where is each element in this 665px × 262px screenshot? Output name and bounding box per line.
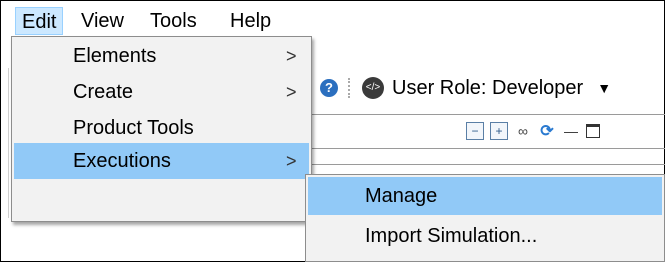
- expand-all-icon[interactable]: +: [490, 122, 508, 140]
- menu-item-label: Executions: [73, 150, 171, 172]
- menu-item-elements[interactable]: Elements >: [14, 39, 309, 73]
- executions-submenu: Manage Import Simulation...: [305, 174, 665, 262]
- panel-divider: [312, 148, 665, 149]
- minimize-icon[interactable]: —: [562, 122, 580, 140]
- user-role-icon: </>: [362, 77, 384, 99]
- chevron-right-icon: >: [286, 46, 297, 66]
- edit-menu-dropdown: Elements > Create > Product Tools Execut…: [11, 36, 312, 222]
- menu-item-label: Product Tools: [73, 117, 194, 139]
- menu-tools[interactable]: Tools: [144, 7, 203, 35]
- chevron-down-icon[interactable]: ▼: [597, 80, 611, 96]
- view-toolbar: − + ∞ ⟳ —: [466, 122, 600, 140]
- menu-item-label: Create: [73, 81, 134, 103]
- panel-divider: [312, 114, 665, 115]
- menu-item-label: Elements: [73, 45, 157, 67]
- submenu-item-label: Import Simulation...: [365, 225, 538, 247]
- binoculars-icon[interactable]: ∞: [514, 122, 532, 140]
- chevron-right-icon: >: [286, 151, 297, 171]
- chevron-right-icon: >: [286, 82, 297, 102]
- menu-edit[interactable]: Edit: [15, 7, 64, 35]
- user-role-label[interactable]: User Role: Developer: [392, 77, 583, 100]
- left-edge-line: [8, 68, 9, 218]
- refresh-icon[interactable]: ⟳: [538, 122, 556, 140]
- menu-view[interactable]: View: [75, 7, 130, 35]
- toolbar-separator: [348, 78, 352, 98]
- menu-help[interactable]: Help: [224, 7, 277, 35]
- help-icon[interactable]: ?: [320, 79, 338, 97]
- menu-item-executions[interactable]: Executions >: [14, 143, 309, 179]
- user-role-area: ? </> User Role: Developer ▼: [320, 74, 611, 102]
- collapse-all-icon[interactable]: −: [466, 122, 484, 140]
- submenu-item-manage[interactable]: Manage: [308, 177, 662, 215]
- submenu-item-import-simulation[interactable]: Import Simulation...: [308, 217, 662, 255]
- menu-item-product-tools[interactable]: Product Tools: [14, 111, 309, 145]
- menu-item-create[interactable]: Create >: [14, 75, 309, 109]
- maximize-icon[interactable]: [586, 124, 600, 138]
- menu-bar: Edit View Tools Help: [1, 1, 664, 36]
- submenu-item-label: Manage: [365, 185, 438, 207]
- panel-divider: [312, 164, 665, 165]
